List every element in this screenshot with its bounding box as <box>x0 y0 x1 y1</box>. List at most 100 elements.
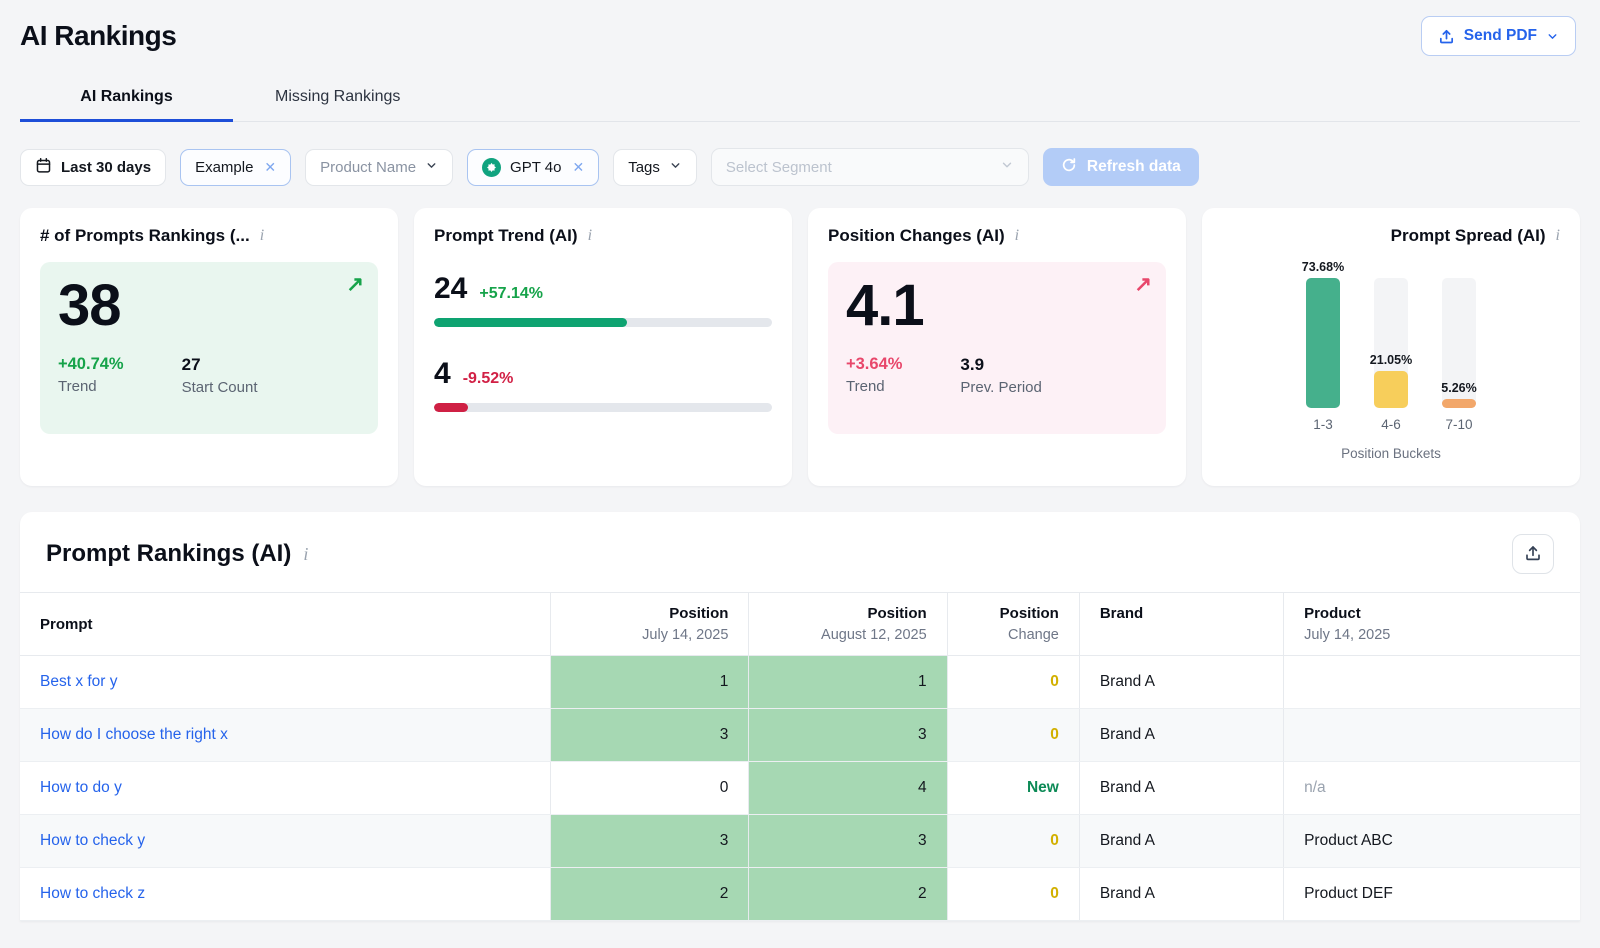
spread-category-label: 1-3 <box>1294 417 1352 432</box>
trend-down-progress-fill <box>434 403 468 412</box>
export-button[interactable] <box>1512 534 1554 574</box>
card-title: Prompt Trend (AI) <box>434 226 578 246</box>
spread-value-label: 21.05% <box>1362 353 1420 367</box>
product-cell: Product ABC <box>1284 815 1580 868</box>
prompts-trend-label: Trend <box>58 378 124 395</box>
page-header: AI Rankings Send PDF <box>20 0 1580 56</box>
prompt-rankings-table: Prompt Position July 14, 2025 Position A… <box>20 592 1580 921</box>
position-changes-value: 4.1 <box>846 276 1148 337</box>
example-chip-label: Example <box>195 159 253 176</box>
position-prev-value: 3.9 <box>960 355 1041 375</box>
trend-up-arrow-icon: ↗ <box>1134 272 1152 297</box>
info-icon[interactable]: i <box>1015 227 1019 245</box>
brand-cell: Brand A <box>1079 868 1283 921</box>
spread-column: 21.05% 4-6 <box>1362 254 1420 432</box>
segment-select[interactable]: Select Segment <box>711 148 1029 186</box>
trend-down-value: 4 <box>434 357 451 391</box>
page: AI Rankings Send PDF AI Rankings Missing… <box>0 0 1600 921</box>
position-1-cell: 3 <box>551 815 749 868</box>
prompt-link[interactable]: How to check z <box>40 885 145 902</box>
remove-example-filter-icon[interactable]: ✕ <box>262 159 276 176</box>
position-2-cell: 3 <box>749 709 947 762</box>
position-2-cell: 1 <box>749 656 947 709</box>
segment-placeholder: Select Segment <box>726 159 832 176</box>
prompt-link[interactable]: How to check y <box>40 832 145 849</box>
trend-up-value: 24 <box>434 272 467 306</box>
card-position-changes: Position Changes (AI) i ↗ 4.1 +3.64% Tre… <box>808 208 1186 486</box>
position-change-cell: New <box>947 762 1079 815</box>
prompts-start-count-label: Start Count <box>182 379 258 396</box>
example-filter-chip[interactable]: Example ✕ <box>180 149 291 186</box>
product-cell <box>1284 656 1580 709</box>
position-change-cell: 0 <box>947 815 1079 868</box>
chevron-down-icon <box>425 159 438 176</box>
upload-icon <box>1438 28 1455 45</box>
spread-value-label: 5.26% <box>1430 381 1488 395</box>
metric-cards-row: # of Prompts Rankings (... i ↗ 38 +40.74… <box>20 208 1580 486</box>
remove-model-filter-icon[interactable]: ✕ <box>570 159 584 176</box>
prompt-link[interactable]: Best x for y <box>40 673 118 690</box>
brand-cell: Brand A <box>1079 709 1283 762</box>
product-name-label: Product Name <box>320 159 416 176</box>
refresh-data-button[interactable]: Refresh data <box>1043 148 1199 186</box>
table-header-row: Prompt Position July 14, 2025 Position A… <box>20 593 1580 656</box>
card-title: Prompt Spread (AI) <box>1391 226 1546 246</box>
send-pdf-button[interactable]: Send PDF <box>1421 16 1576 56</box>
position-1-cell: 3 <box>551 709 749 762</box>
spread-category-label: 7-10 <box>1430 417 1488 432</box>
position-change-cell: 0 <box>947 709 1079 762</box>
refresh-data-label: Refresh data <box>1087 158 1181 176</box>
prompt-link[interactable]: How do I choose the right x <box>40 726 228 743</box>
filter-bar: Last 30 days Example ✕ Product Name GPT … <box>20 148 1580 186</box>
product-name-dropdown[interactable]: Product Name <box>305 149 453 186</box>
tags-dropdown[interactable]: Tags <box>613 149 697 186</box>
chevron-down-icon <box>669 159 682 176</box>
page-title: AI Rankings <box>20 20 176 52</box>
product-cell: n/a <box>1284 762 1580 815</box>
tags-label: Tags <box>628 159 660 176</box>
spread-column: 5.26% 7-10 <box>1430 254 1488 432</box>
col-header-product: Product July 14, 2025 <box>1284 593 1580 656</box>
prompts-rankings-panel: ↗ 38 +40.74% Trend 27 Start Count <box>40 262 378 434</box>
trend-up-progress-fill <box>434 318 627 327</box>
card-prompt-spread: Prompt Spread (AI) i 73.68% 1-3 21.05% 4… <box>1202 208 1580 486</box>
spread-column: 73.68% 1-3 <box>1294 254 1352 432</box>
tab-missing-rankings-label: Missing Rankings <box>275 88 400 105</box>
info-icon[interactable]: i <box>1556 227 1560 245</box>
table-row: How to check z 2 2 0 Brand A Product DEF <box>20 868 1580 921</box>
product-cell: Product DEF <box>1284 868 1580 921</box>
position-trend-label: Trend <box>846 378 902 395</box>
chevron-down-icon <box>1546 30 1559 43</box>
info-icon[interactable]: i <box>588 227 592 245</box>
date-range-button[interactable]: Last 30 days <box>20 149 166 186</box>
card-title: # of Prompts Rankings (... <box>40 226 250 246</box>
brand-cell: Brand A <box>1079 815 1283 868</box>
position-2-cell: 4 <box>749 762 947 815</box>
prompts-trend-pct: +40.74% <box>58 355 124 374</box>
brand-cell: Brand A <box>1079 762 1283 815</box>
info-icon[interactable]: i <box>303 544 308 565</box>
table-row: How do I choose the right x 3 3 0 Brand … <box>20 709 1580 762</box>
position-changes-panel: ↗ 4.1 +3.64% Trend 3.9 Prev. Period <box>828 262 1166 434</box>
card-title: Position Changes (AI) <box>828 226 1005 246</box>
position-1-cell: 0 <box>551 762 749 815</box>
date-range-label: Last 30 days <box>61 159 151 176</box>
position-change-cell: 0 <box>947 868 1079 921</box>
tab-missing-rankings[interactable]: Missing Rankings <box>233 74 442 122</box>
trend-up-pct: +57.14% <box>479 285 543 303</box>
position-trend-pct: +3.64% <box>846 355 902 374</box>
prompt-link[interactable]: How to do y <box>40 779 122 796</box>
col-header-position-change: Position Change <box>947 593 1079 656</box>
col-header-brand: Brand <box>1079 593 1283 656</box>
openai-logo-icon <box>482 158 501 177</box>
model-filter-chip[interactable]: GPT 4o ✕ <box>467 149 599 186</box>
table-row: Best x for y 1 1 0 Brand A <box>20 656 1580 709</box>
spread-value-label: 73.68% <box>1294 260 1352 274</box>
upload-icon <box>1524 544 1542 565</box>
spread-xaxis-label: Position Buckets <box>1222 446 1560 461</box>
info-icon[interactable]: i <box>260 227 264 245</box>
col-header-position-2: Position August 12, 2025 <box>749 593 947 656</box>
position-2-cell: 3 <box>749 815 947 868</box>
prompt-rankings-card: Prompt Rankings (AI) i Prompt Posit <box>20 512 1580 921</box>
tab-ai-rankings[interactable]: AI Rankings <box>20 74 233 122</box>
